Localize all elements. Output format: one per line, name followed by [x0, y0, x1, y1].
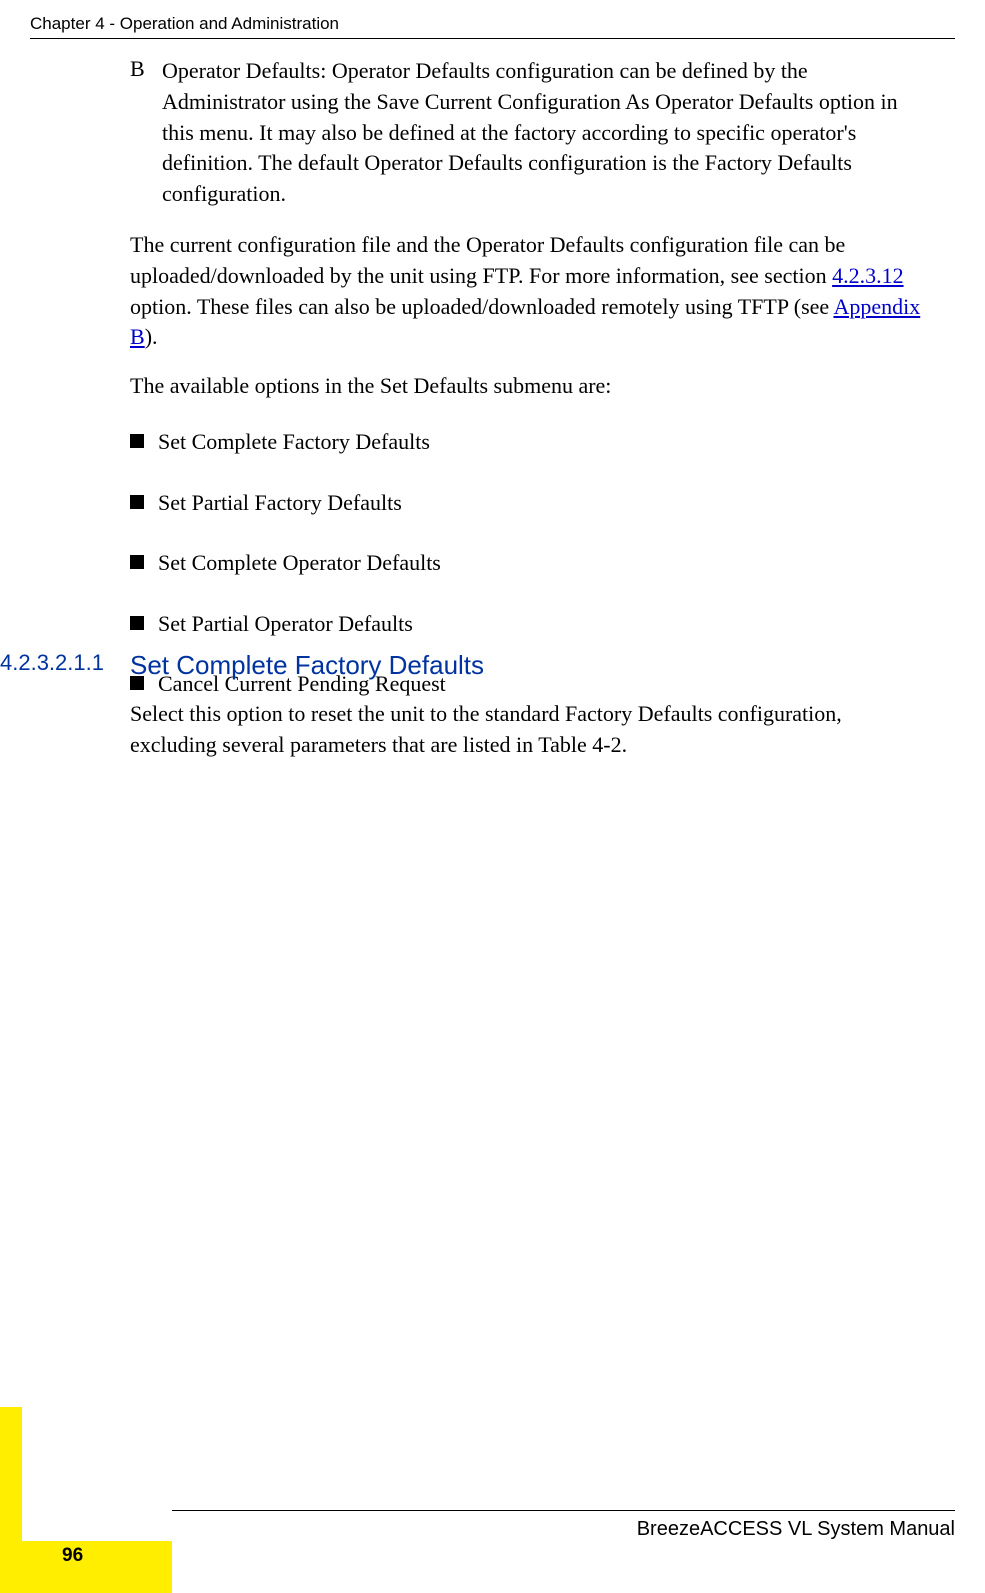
paragraph-section-body: Select this option to reset the unit to …	[130, 699, 925, 761]
page: Chapter 4 - Operation and Administration…	[0, 0, 985, 1593]
link-section-4-2-3-12[interactable]: 4.2.3.12	[832, 263, 904, 288]
list-item-label: Set Complete Factory Defaults	[158, 428, 430, 457]
text-fragment: option. These files can also be uploaded…	[130, 294, 833, 319]
list-item: Set Complete Factory Defaults	[130, 428, 925, 457]
list-marker-b: B	[130, 56, 162, 210]
chapter-title: Chapter 4 - Operation and Administration	[30, 14, 339, 33]
list-item-label: Set Complete Operator Defaults	[158, 549, 441, 578]
list-item: Set Complete Operator Defaults	[130, 549, 925, 578]
square-bullet-icon	[130, 434, 144, 448]
list-item-b: B Operator Defaults: Operator Defaults c…	[130, 56, 925, 210]
section-body: Select this option to reset the unit to …	[130, 699, 925, 779]
square-bullet-icon	[130, 555, 144, 569]
list-item-label: Set Partial Factory Defaults	[158, 489, 402, 518]
text-fragment: The current configuration file and the O…	[130, 232, 845, 288]
body-content: B Operator Defaults: Operator Defaults c…	[130, 56, 925, 731]
list-content-b: Operator Defaults: Operator Defaults con…	[162, 56, 925, 210]
heading-title: Set Complete Factory Defaults	[130, 650, 484, 681]
square-bullet-icon	[130, 616, 144, 630]
list-item: Set Partial Factory Defaults	[130, 489, 925, 518]
paragraph-options: The available options in the Set Default…	[130, 371, 925, 402]
heading-number: 4.2.3.2.1.1	[0, 650, 128, 676]
footer-divider	[172, 1510, 955, 1511]
square-bullet-icon	[130, 495, 144, 509]
bottom-highlight-bar	[0, 1541, 172, 1593]
list-item: Set Partial Operator Defaults	[130, 610, 925, 639]
page-header: Chapter 4 - Operation and Administration	[30, 14, 955, 39]
paragraph-ftp: The current configuration file and the O…	[130, 230, 925, 353]
page-number: 96	[62, 1545, 83, 1567]
list-item-label: Set Partial Operator Defaults	[158, 610, 413, 639]
footer-manual-title: BreezeACCESS VL System Manual	[637, 1518, 955, 1541]
text-fragment: ).	[145, 324, 158, 349]
